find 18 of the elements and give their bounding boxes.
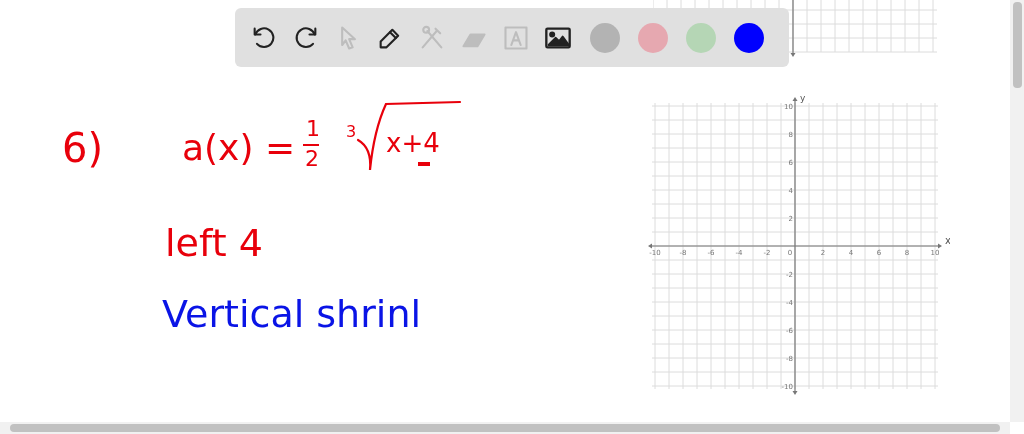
radicand: x+4 [386, 130, 440, 156]
root-index: 3 [346, 124, 357, 140]
vertical-scrollbar[interactable] [1010, 0, 1024, 422]
x-axis-label: x [945, 235, 950, 246]
color-swatch[interactable] [734, 22, 764, 53]
color-swatch[interactable] [638, 22, 668, 53]
color-swatch[interactable] [686, 22, 716, 53]
horizontal-scrollbar[interactable] [0, 422, 1010, 434]
scrollbar-thumb[interactable] [1012, 2, 1022, 88]
y-axis-label: y [800, 94, 806, 103]
color-swatch[interactable] [590, 22, 620, 53]
handwritten-note: Vertical shrinl [162, 295, 422, 333]
scrollbar-thumb[interactable] [10, 424, 1000, 432]
handwritten-note: left 4 [165, 224, 263, 262]
fraction-numerator: 1 [306, 118, 320, 140]
problem-number: 6) [62, 128, 104, 168]
function-name: a(x) = [182, 130, 296, 166]
fraction-denominator: 2 [305, 148, 319, 170]
